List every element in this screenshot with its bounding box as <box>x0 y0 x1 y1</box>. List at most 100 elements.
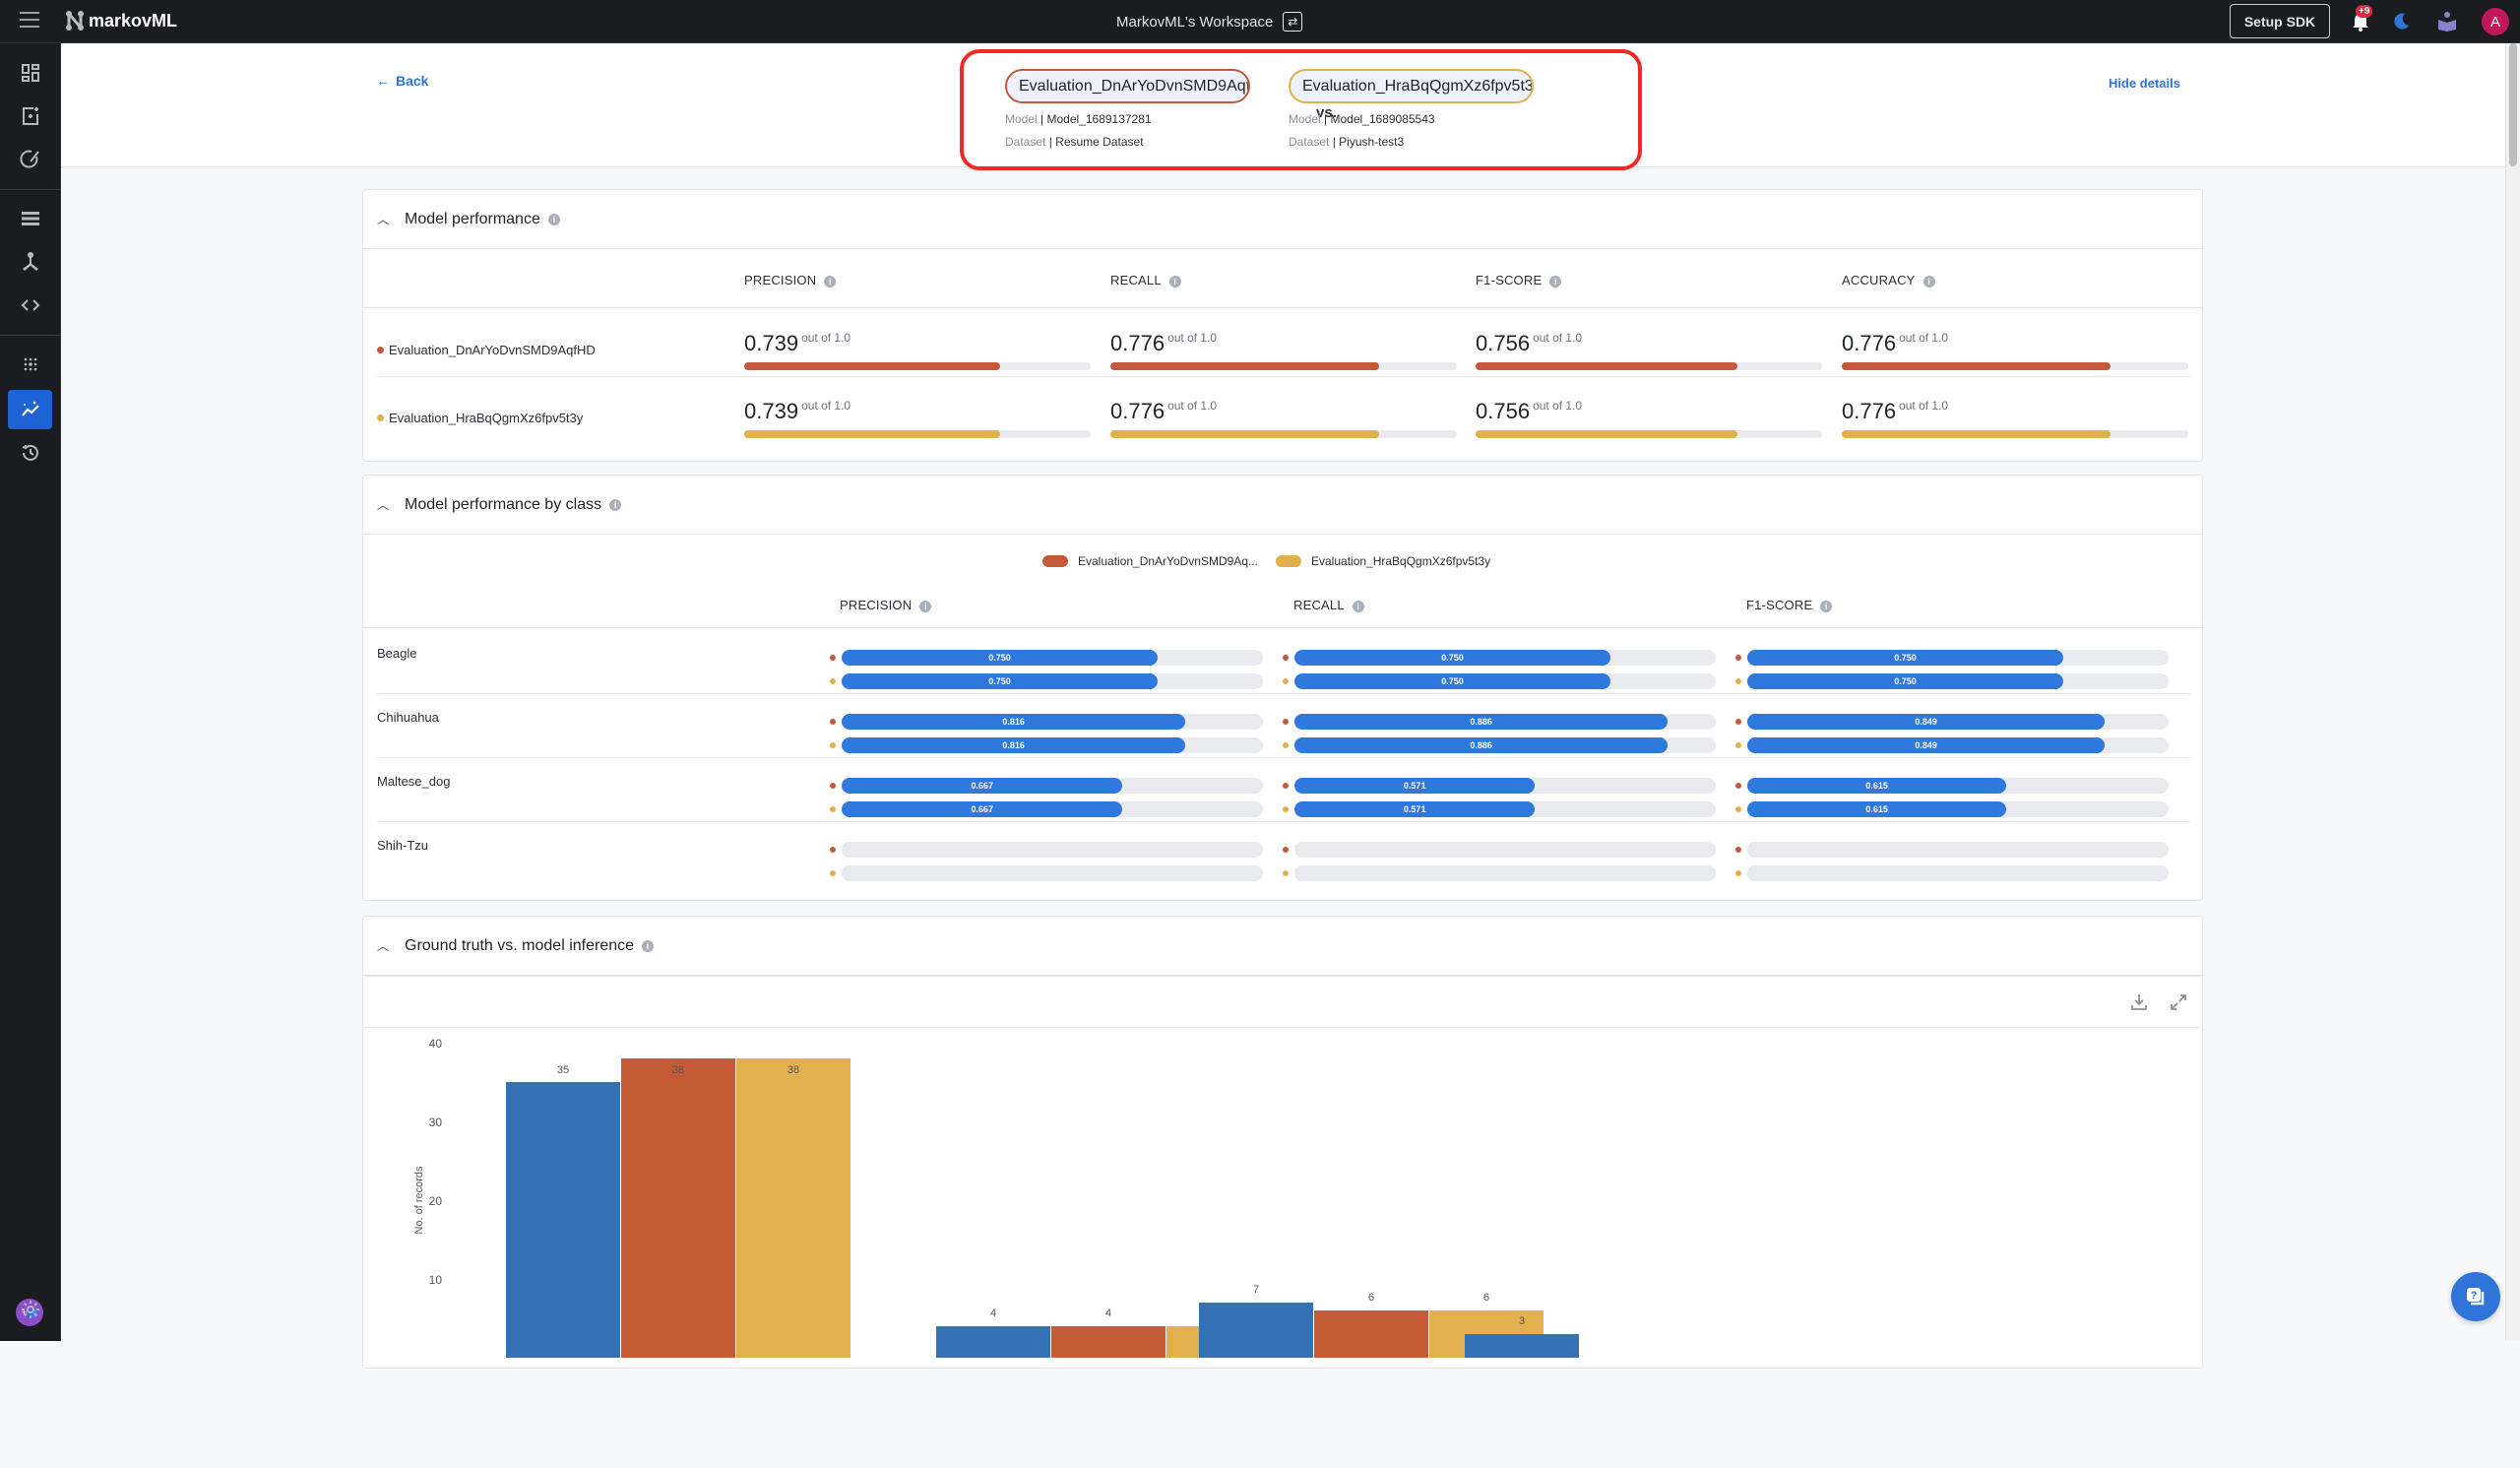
bar-0-2 <box>1199 1303 1313 1358</box>
bar-fill: 0.615 <box>1747 778 2007 794</box>
sidebar-item-code[interactable] <box>8 286 52 325</box>
sidebar-item-dashboard[interactable] <box>8 53 52 93</box>
column-f1-score: F1-SCORE i <box>1476 273 1562 287</box>
evaluation-b-dataset: Dataset | Piyush-test3 <box>1289 135 1405 149</box>
sidebar-item-datasets[interactable] <box>8 199 52 238</box>
sidebar-divider <box>0 189 61 190</box>
evaluation-comparison-highlight: Evaluation_DnArYoDvnSMD9AqfHD Model | Mo… <box>960 49 1642 170</box>
help-chat-button[interactable]: ? <box>2451 1272 2500 1321</box>
back-label: Back <box>396 73 429 89</box>
brand-logo[interactable]: markovML <box>65 10 177 32</box>
info-icon[interactable]: i <box>824 275 837 287</box>
info-icon[interactable]: i <box>1352 600 1364 612</box>
bar-fill: 0.750 <box>1294 673 1610 689</box>
bar-track: 0.750 <box>1747 673 2169 689</box>
chevron-up-icon[interactable]: ︿ <box>377 211 391 227</box>
sidebar-item-models[interactable] <box>8 242 52 282</box>
series-dot <box>830 655 836 661</box>
sidebar-item-create[interactable] <box>8 96 52 136</box>
setup-sdk-button[interactable]: Setup SDK <box>2230 4 2330 38</box>
info-icon[interactable]: i <box>547 213 560 225</box>
metric-progress-fill <box>1110 362 1380 370</box>
metric-progress-track <box>1110 430 1457 438</box>
sidebar-item-history[interactable] <box>8 433 52 473</box>
ground-truth-header[interactable]: ︿ Ground truth vs. model inference i <box>363 917 2202 976</box>
class-metric-bar <box>1735 865 2169 881</box>
performance-by-class-card: ︿ Model performance by class i Evaluatio… <box>362 475 2203 901</box>
performance-by-class-header[interactable]: ︿ Model performance by class i <box>363 476 2202 535</box>
chart-toolbar <box>365 977 2200 1028</box>
metric-progress-track <box>1476 362 1822 370</box>
series-dot <box>1283 806 1289 812</box>
switch-workspace-icon[interactable]: ⇄ <box>1283 12 1303 32</box>
series-dot <box>830 742 836 748</box>
column-precision: PRECISION i <box>744 273 837 287</box>
info-icon[interactable]: i <box>642 939 655 952</box>
evaluation-a-name[interactable]: Evaluation_DnArYoDvnSMD9AqfHD <box>1005 69 1250 103</box>
bar-track: 0.886 <box>1294 714 1716 730</box>
metric-suffix: out of 1.0 <box>1167 399 1218 413</box>
bar-value-label: 4 <box>990 1308 996 1319</box>
back-link[interactable]: ← Back <box>376 73 428 89</box>
evaluation-label: Evaluation_DnArYoDvnSMD9AqfHD <box>389 343 596 357</box>
info-icon[interactable]: i <box>1820 600 1833 612</box>
sidebar-item-embeddings[interactable] <box>8 345 52 384</box>
metric-progress-track <box>744 362 1091 370</box>
class-metric-bar <box>1283 865 1716 881</box>
notification-badge: +9 <box>2356 5 2373 18</box>
metric-progress-fill <box>1110 430 1380 438</box>
download-icon[interactable] <box>2129 992 2149 1012</box>
evaluation-name: Evaluation_HraBqQgmXz6fpv5t3y <box>377 411 583 425</box>
series-dot <box>830 783 836 789</box>
class-name: Maltese_dog <box>377 774 451 789</box>
series-dot <box>377 415 384 421</box>
svg-text:?: ? <box>2471 1290 2478 1302</box>
hide-details-link[interactable]: Hide details <box>2109 76 2180 91</box>
bar-track <box>1294 865 1716 881</box>
sidebar-item-annotate[interactable] <box>8 140 52 179</box>
bar-fill: 0.667 <box>842 778 1123 794</box>
docs-book-icon[interactable] <box>2436 11 2458 32</box>
series-dot <box>1283 847 1289 853</box>
ground-truth-bar-chart: 10203040No. of records3538384447663 <box>413 1037 1579 1358</box>
series-dot <box>830 870 836 876</box>
legend-label: Evaluation_DnArYoDvnSMD9Aq... <box>1078 554 1258 568</box>
metric-value: 0.739 <box>744 399 799 423</box>
evaluation-a: Evaluation_DnArYoDvnSMD9AqfHD Model | Mo… <box>1005 69 1250 149</box>
series-dot <box>1283 655 1289 661</box>
series-dot <box>1283 678 1289 684</box>
info-icon[interactable]: i <box>1922 275 1935 287</box>
bar-track <box>842 842 1263 858</box>
metrics-header-row: PRECISION i RECALL i F1-SCORE i ACCURACY i <box>363 249 2202 308</box>
series-dot <box>830 678 836 684</box>
scrollbar-thumb[interactable] <box>2509 43 2517 166</box>
model-performance-header[interactable]: ︿ Model performance i <box>363 190 2202 249</box>
metric-progress-fill <box>1476 362 1738 370</box>
info-icon[interactable]: i <box>919 600 932 612</box>
page-scrollbar[interactable] <box>2505 43 2520 1341</box>
evaluation-b-name[interactable]: Evaluation_HraBqQgmXz6fpv5t3y <box>1289 69 1534 103</box>
legend-swatch <box>1042 555 1068 567</box>
dark-mode-moon-icon[interactable] <box>2392 11 2412 31</box>
menu-icon[interactable] <box>20 12 39 30</box>
info-icon[interactable]: i <box>609 498 622 511</box>
metric-suffix: out of 1.0 <box>801 331 851 345</box>
series-dot <box>1735 742 1741 748</box>
info-icon[interactable]: i <box>1549 275 1562 287</box>
workspace-switcher[interactable]: MarkovML's Workspace ⇄ <box>1116 12 1303 32</box>
legend-item[interactable]: Evaluation_DnArYoDvnSMD9Aq... <box>1042 554 1258 568</box>
metric-suffix: out of 1.0 <box>1533 331 1583 345</box>
chevron-up-icon[interactable]: ︿ <box>377 937 391 954</box>
legend-swatch <box>1276 555 1301 567</box>
metric-progress-fill <box>1842 362 2111 370</box>
sidebar-item-evaluations[interactable] <box>8 390 52 429</box>
expand-icon[interactable] <box>2169 992 2188 1012</box>
info-icon[interactable]: i <box>1168 275 1181 287</box>
metric-value: 0.776 <box>1110 331 1166 355</box>
class-row: Chihuahua 0.816 0.816 0.886 0.886 0.849 0.849 <box>377 694 2190 758</box>
user-avatar[interactable]: A <box>2482 8 2509 35</box>
class-metric-bar: 0.849 <box>1735 737 2169 753</box>
chevron-up-icon[interactable]: ︿ <box>377 496 391 513</box>
sidebar-item-settings[interactable] <box>8 1290 52 1329</box>
legend-item[interactable]: Evaluation_HraBqQgmXz6fpv5t3y <box>1276 554 1490 568</box>
